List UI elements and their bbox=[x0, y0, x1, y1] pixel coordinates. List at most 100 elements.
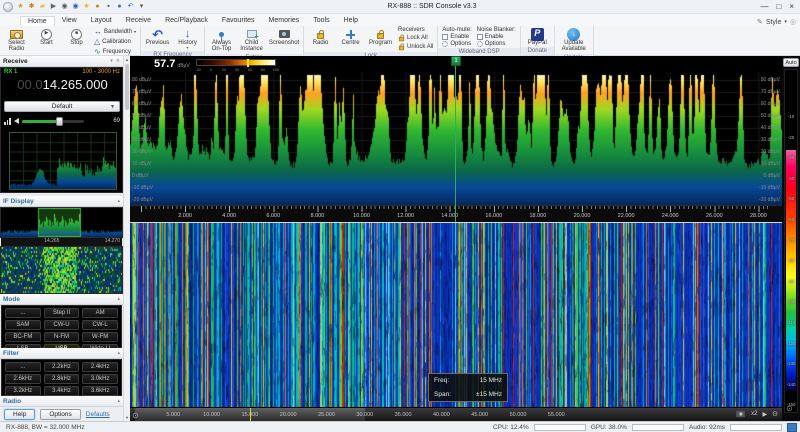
camera-icon[interactable] bbox=[736, 411, 745, 417]
options-button[interactable]: Options bbox=[40, 409, 80, 420]
filter-panel-header[interactable]: Filter ▴ bbox=[0, 348, 123, 359]
slider-thumb[interactable] bbox=[56, 117, 63, 126]
stop-icon[interactable]: ◉ bbox=[71, 2, 80, 12]
help-button[interactable]: Help bbox=[4, 409, 35, 420]
collapse-icon[interactable]: ▴ bbox=[117, 398, 120, 404]
lock-centre-button[interactable]: Centre bbox=[336, 27, 365, 51]
filter-button-3-2khz[interactable]: 3.2kHz bbox=[5, 386, 41, 396]
frequency-display[interactable]: 00.014.265.000 bbox=[1, 77, 124, 93]
volume-slider[interactable] bbox=[22, 120, 84, 123]
close-icon[interactable]: ✕ bbox=[116, 58, 120, 64]
freq-scale[interactable]: 2.0004.0006.0008.00010.00012.00014.00016… bbox=[130, 205, 782, 222]
collapse-icon[interactable]: ▴ bbox=[117, 198, 120, 204]
noise-blanker-enable-checkbox[interactable]: Enable bbox=[477, 34, 516, 40]
mode-button-sam[interactable]: SAM bbox=[5, 320, 41, 330]
auto-button[interactable]: Auto bbox=[783, 58, 799, 67]
chevron-down-icon[interactable]: ▾ bbox=[784, 19, 787, 25]
maximize-button[interactable]: □ bbox=[776, 2, 781, 11]
paypal-button[interactable]: P PayPal bbox=[523, 27, 552, 46]
tab-memories[interactable]: Memories bbox=[262, 16, 307, 26]
mode-button-cw-u[interactable]: CW-U bbox=[44, 320, 80, 330]
play-icon[interactable]: ▶ bbox=[49, 2, 58, 12]
filter-button-3-4khz[interactable]: 3.4kHz bbox=[44, 386, 80, 396]
tab-favourites[interactable]: Favourites bbox=[215, 16, 262, 26]
play-icon[interactable]: ▶ bbox=[763, 411, 768, 418]
mode-button-cw-l[interactable]: CW-L bbox=[82, 320, 118, 330]
unlock-all-button[interactable]: Unlock All bbox=[398, 43, 433, 51]
tab-rec-playback[interactable]: Rec/Playback bbox=[158, 16, 215, 26]
level-color-legend[interactable] bbox=[196, 59, 276, 66]
update-available-button[interactable]: ↓ Update Available bbox=[557, 27, 591, 53]
record-icon[interactable]: ◉ bbox=[60, 2, 69, 12]
filter-button-3-6khz[interactable]: 3.6kHz bbox=[82, 386, 118, 396]
dropdown-icon[interactable]: ▾ bbox=[137, 2, 146, 12]
zoom-x2-button[interactable]: x2 bbox=[751, 411, 757, 417]
bandwidth-button[interactable]: ↔Bandwidth▾ bbox=[94, 27, 136, 36]
child-instance-button[interactable]: Child Instance bbox=[237, 27, 266, 53]
marker-flag[interactable]: 1 bbox=[451, 56, 461, 66]
mode-panel-header[interactable]: Mode ▴ bbox=[0, 294, 123, 305]
auto-mute-enable-checkbox[interactable]: Enable bbox=[442, 34, 471, 40]
collapse-icon[interactable]: ▴ bbox=[117, 296, 120, 302]
minimize-button[interactable]: — bbox=[760, 2, 768, 11]
color-scale-gradient[interactable] bbox=[786, 150, 796, 390]
app-logo-icon[interactable] bbox=[3, 2, 13, 12]
key-icon[interactable]: ● bbox=[93, 2, 102, 12]
status-corner-icon[interactable] bbox=[787, 423, 797, 432]
user-icon[interactable]: ● bbox=[115, 2, 124, 12]
filter-button-2-8khz[interactable]: 2.8kHz bbox=[44, 374, 80, 384]
star-icon[interactable]: ★ bbox=[82, 2, 91, 12]
mode-button-x[interactable]: ... bbox=[5, 308, 41, 318]
scroll-down-icon[interactable]: ▼ bbox=[125, 415, 129, 420]
nav-right-circle-icon[interactable]: ⊙ bbox=[772, 410, 778, 418]
style-button[interactable]: Style bbox=[766, 19, 782, 26]
mode-button-w-fm[interactable]: W-FM bbox=[82, 332, 118, 342]
folder-icon[interactable]: ▰ bbox=[38, 2, 47, 12]
tuning-marker[interactable]: 1 bbox=[451, 56, 461, 66]
tab-layout[interactable]: Layout bbox=[84, 16, 119, 26]
favourite-icon[interactable]: ★ bbox=[16, 2, 25, 12]
close-button[interactable]: × bbox=[789, 2, 794, 11]
audio-spectrum-canvas[interactable] bbox=[10, 133, 116, 189]
screenshot-button[interactable]: Screenshot bbox=[267, 27, 301, 53]
filter-button-2-4khz[interactable]: 2.4kHz bbox=[82, 362, 118, 372]
collapse-icon[interactable]: ▴ bbox=[117, 350, 120, 356]
help-circle-icon[interactable]: ◎ bbox=[790, 18, 796, 26]
tab-help[interactable]: Help bbox=[337, 16, 365, 26]
lock-program-button[interactable]: Program bbox=[366, 27, 395, 51]
always-on-top-button[interactable]: Always On-Top bbox=[207, 27, 236, 53]
preset-dropdown[interactable]: Default ▼ bbox=[4, 101, 120, 112]
if-display-panel-header[interactable]: IF Display ▴ bbox=[0, 196, 123, 207]
scroll-up-icon[interactable]: ▲ bbox=[125, 57, 129, 62]
noise-blanker-options-button[interactable]: Options bbox=[477, 41, 516, 47]
defaults-link[interactable]: Defaults bbox=[86, 411, 110, 418]
main-spectrum-canvas[interactable] bbox=[130, 72, 782, 205]
filter-button-3-0khz[interactable]: 3.0kHz bbox=[82, 374, 118, 384]
tab-home[interactable]: Home bbox=[20, 16, 55, 26]
select-radio-button[interactable]: Select Radio bbox=[2, 27, 31, 56]
receive-panel-header[interactable]: Receive ▾✕ bbox=[0, 56, 123, 67]
tab-receive[interactable]: Receive bbox=[119, 16, 158, 26]
camera-icon[interactable]: ▪ bbox=[104, 2, 113, 12]
speaker-icon[interactable] bbox=[14, 118, 19, 124]
history-button[interactable]: ↓ History ▾ bbox=[173, 27, 202, 50]
stop-button[interactable]: ■ Stop bbox=[62, 27, 91, 56]
filter-button-2-2khz[interactable]: 2.2kHz bbox=[44, 362, 80, 372]
filter-button-x[interactable]: ... bbox=[5, 362, 41, 372]
sidebar-scrollbar[interactable]: ▲ ▼ bbox=[123, 56, 130, 421]
gear-icon[interactable]: ✱ bbox=[27, 2, 36, 12]
auto-mute-options-button[interactable]: Options bbox=[442, 41, 471, 47]
mode-button-bc-fm[interactable]: BC-FM bbox=[5, 332, 41, 342]
undo-icon[interactable]: ↶ bbox=[126, 2, 135, 12]
mode-button-am[interactable]: AM bbox=[82, 308, 118, 318]
nav-left-circle-icon[interactable]: ⊙ bbox=[132, 411, 139, 420]
tab-view[interactable]: View bbox=[55, 16, 84, 26]
tab-tools[interactable]: Tools bbox=[306, 16, 336, 26]
mode-button-step-ii[interactable]: Step II bbox=[44, 308, 80, 318]
scrollbar-thumb[interactable] bbox=[125, 64, 129, 110]
if-spectrum-canvas[interactable] bbox=[1, 208, 122, 237]
start-button[interactable]: ▶ Start bbox=[32, 27, 61, 56]
previous-button[interactable]: ↶ Previous bbox=[143, 27, 172, 50]
if-waterfall-canvas[interactable] bbox=[1, 247, 122, 293]
frequency-button[interactable]: ∿Frequency bbox=[94, 47, 136, 56]
